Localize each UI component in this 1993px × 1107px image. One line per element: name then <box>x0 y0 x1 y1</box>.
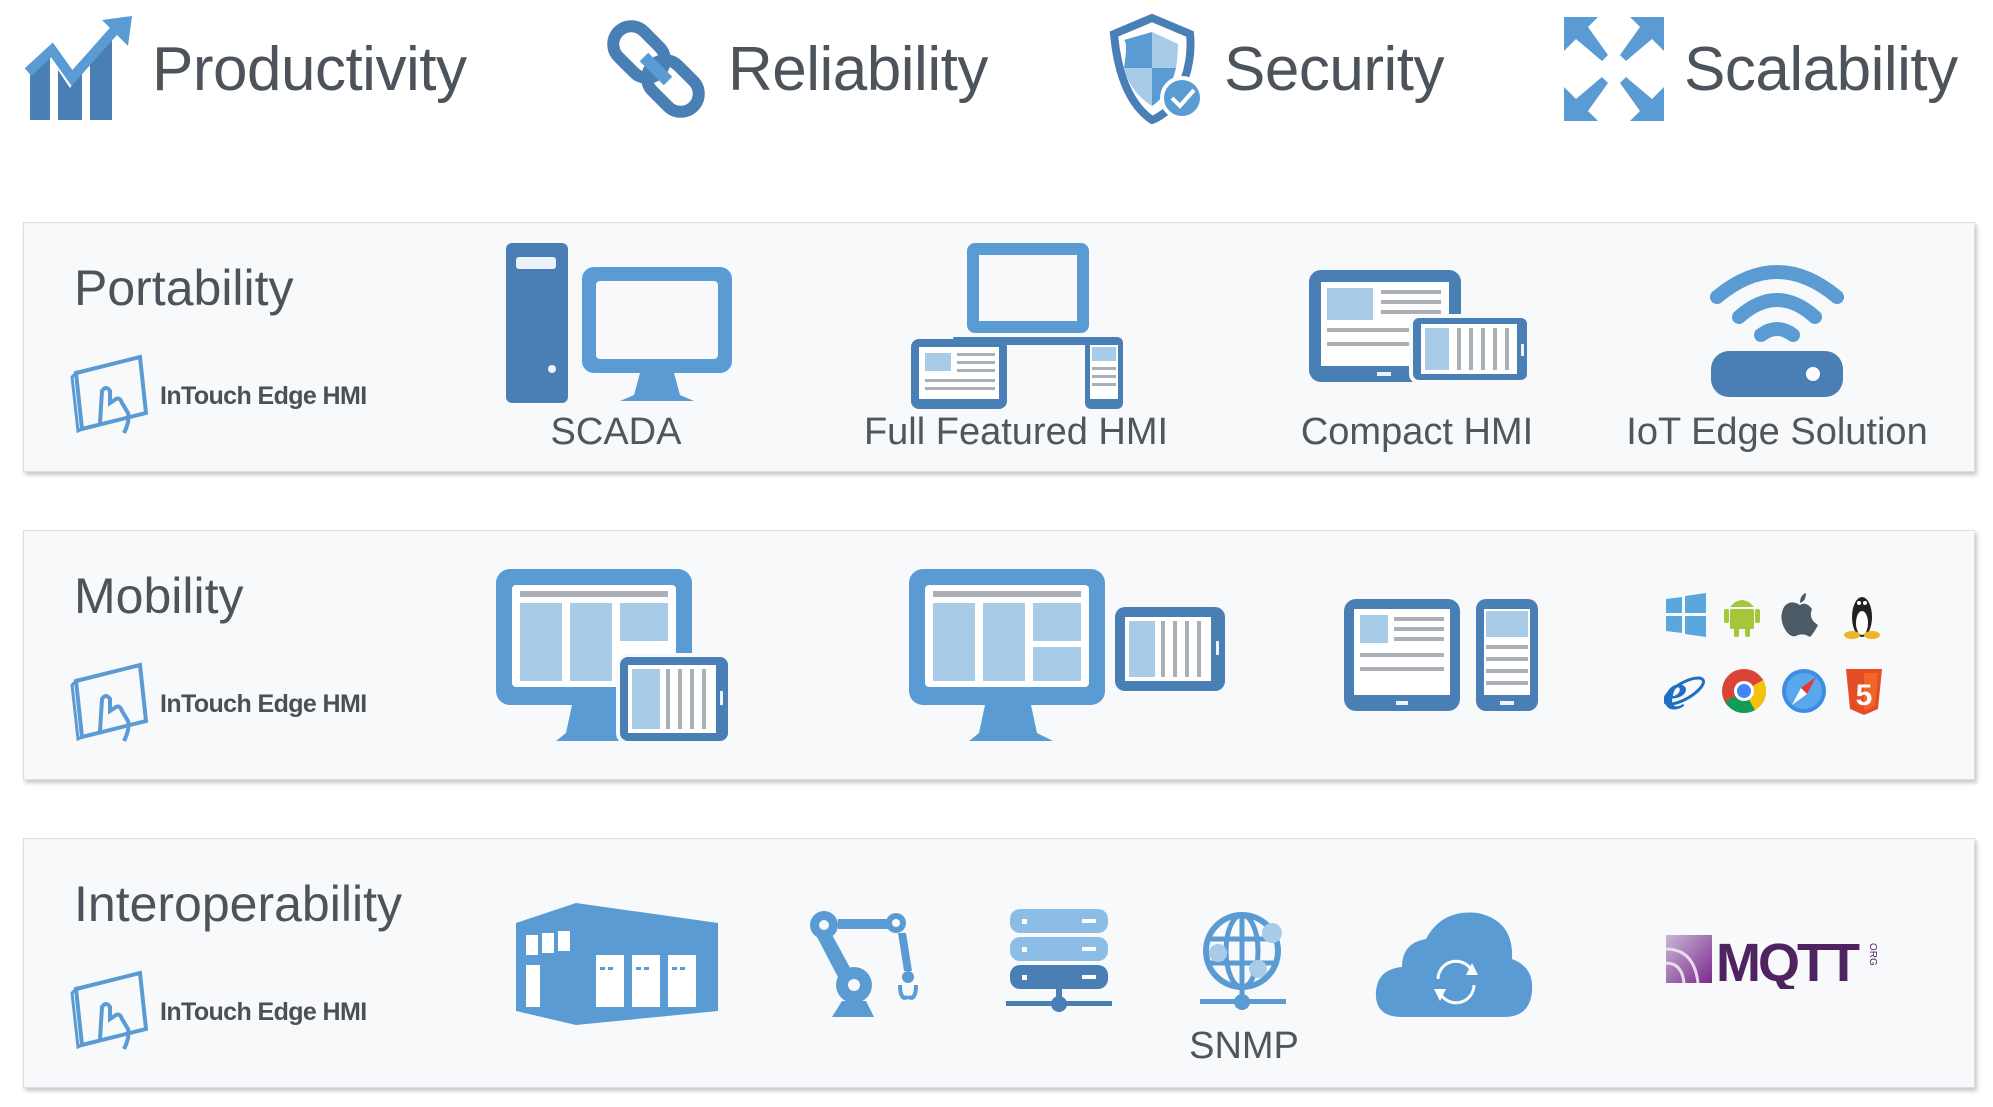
safari-icon <box>1782 669 1826 713</box>
brand-label: InTouch Edge HMI <box>160 998 367 1026</box>
pillar-security: Security <box>1108 14 1444 124</box>
item-caption: Full Featured HMI <box>863 411 1169 453</box>
multi-device-icon <box>909 241 1129 416</box>
cloud-sync-icon <box>1372 907 1536 1024</box>
server-network-icon <box>1004 907 1114 1022</box>
pillar-label: Scalability <box>1684 34 1958 104</box>
pillar-productivity: Productivity <box>24 14 467 124</box>
windows-icon <box>1666 593 1706 637</box>
desktop-with-tablet-icon <box>494 567 734 752</box>
tablet-phone-icon <box>1307 268 1533 393</box>
touch-screen-icon <box>70 351 156 442</box>
desktop-and-tablet-icon <box>907 567 1227 752</box>
html5-icon: 5 <box>1846 669 1882 715</box>
chain-link-icon <box>602 14 710 124</box>
panel-title: Portability <box>74 260 294 316</box>
mqtt-org-text: ORG <box>1867 943 1878 966</box>
pillar-label: Productivity <box>152 34 467 104</box>
brand-label: InTouch Edge HMI <box>160 690 367 718</box>
globe-network-icon <box>1196 907 1296 1022</box>
internet-explorer-icon: e <box>1663 664 1705 721</box>
chrome-icon <box>1722 669 1766 713</box>
panel-title: Interoperability <box>74 876 402 932</box>
tablet-and-phone-icon <box>1342 597 1542 718</box>
panel-interoperability: Interoperability InTouch Edge HMI SNMP M… <box>23 838 1975 1088</box>
shield-check-icon <box>1108 14 1206 124</box>
item-caption: Compact HMI <box>1300 411 1534 453</box>
pillar-reliability: Reliability <box>602 14 988 124</box>
svg-text:5: 5 <box>1856 679 1873 712</box>
panel-title: Mobility <box>74 568 244 624</box>
touch-screen-icon <box>70 659 156 750</box>
wireless-router-icon <box>1707 251 1847 406</box>
brand-badge: InTouch Edge HMI <box>70 351 367 442</box>
item-caption: SNMP <box>1189 1025 1299 1067</box>
brand-badge: InTouch Edge HMI <box>70 659 367 750</box>
brand-badge: InTouch Edge HMI <box>70 967 367 1058</box>
pillar-scalability: Scalability <box>1562 14 1958 124</box>
touch-screen-icon <box>70 967 156 1058</box>
mqtt-text: MQTT <box>1716 933 1860 989</box>
expand-arrows-icon <box>1562 15 1666 123</box>
panel-mobility: Mobility InTouch Edge HMI e 5 <box>23 530 1975 780</box>
item-caption: SCADA <box>550 411 682 453</box>
android-icon <box>1724 600 1760 637</box>
pillar-label: Security <box>1224 34 1444 104</box>
apple-icon <box>1781 593 1818 637</box>
mqtt-logo: MQTT ORG <box>1664 929 1884 994</box>
platforms-grid-icon: e 5 <box>1663 591 1914 726</box>
robot-arm-icon <box>804 905 934 1026</box>
item-caption: IoT Edge Solution <box>1626 411 1928 453</box>
pillar-label: Reliability <box>728 34 988 104</box>
linux-icon <box>1844 597 1880 639</box>
workstation-icon <box>504 241 734 416</box>
brand-label: InTouch Edge HMI <box>160 382 367 410</box>
factory-icon <box>514 901 724 1030</box>
growth-chart-icon <box>24 14 134 124</box>
panel-portability: Portability InTouch Edge HMI SCADA Full … <box>23 222 1975 472</box>
